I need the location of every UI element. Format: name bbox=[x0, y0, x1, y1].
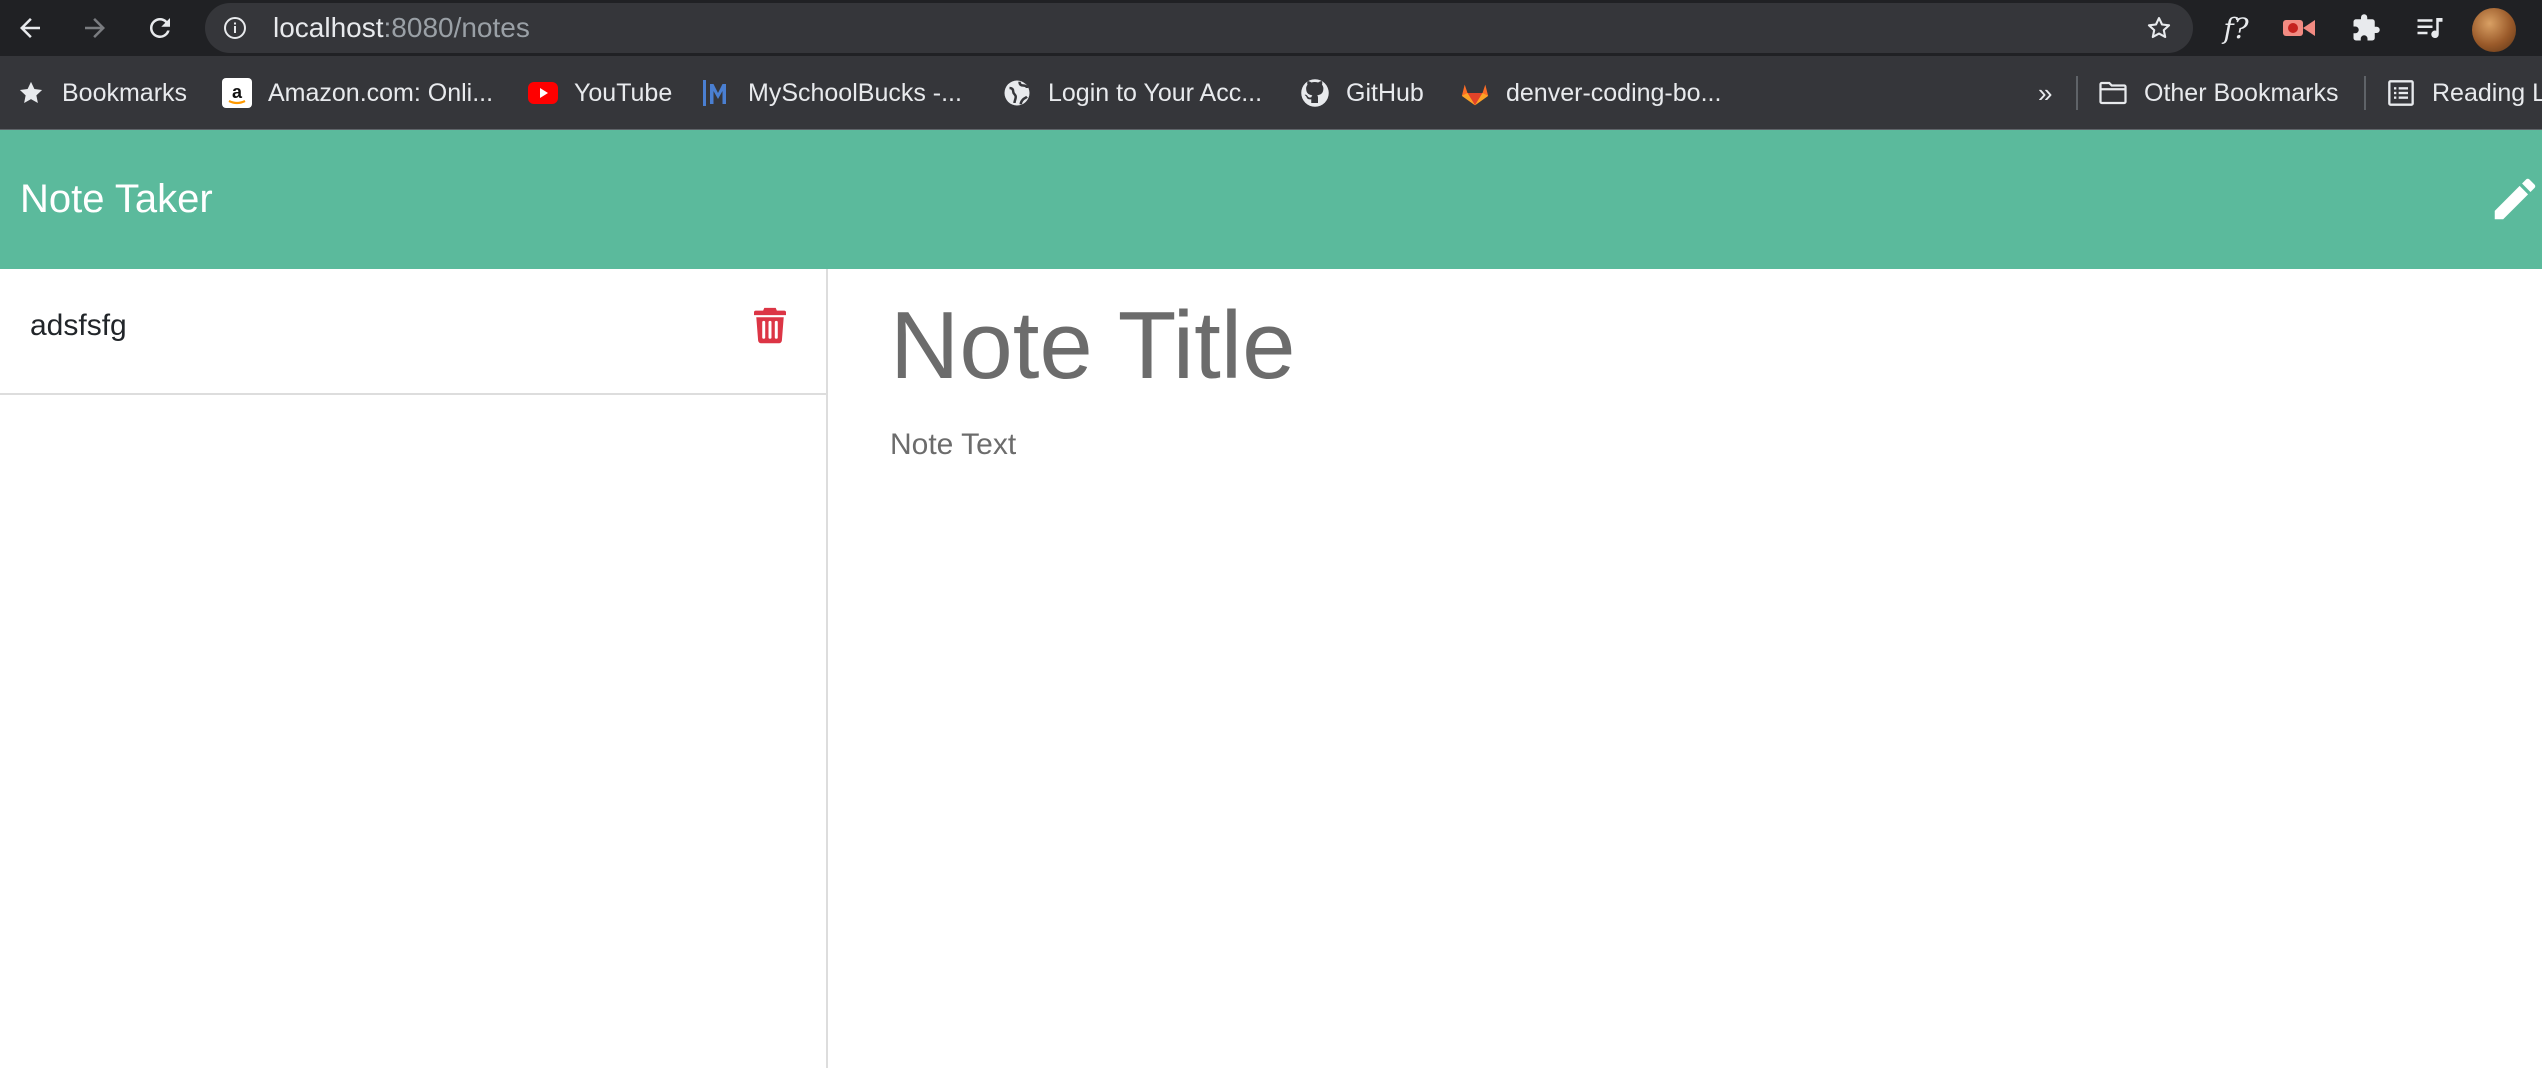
bookmark-label: GitHub bbox=[1346, 78, 1424, 107]
avatar[interactable] bbox=[2472, 8, 2516, 52]
extensions-button[interactable] bbox=[2348, 10, 2384, 46]
note-title-input[interactable] bbox=[890, 282, 2490, 410]
browser-toolbar: localhost:8080/notes f? bbox=[0, 0, 2542, 56]
github-icon bbox=[1300, 78, 1330, 108]
bookmark-bookmarks[interactable]: Bookmarks bbox=[16, 56, 187, 130]
video-extension-icon bbox=[2283, 20, 2315, 36]
star-icon[interactable] bbox=[2145, 14, 2173, 42]
back-arrow-icon bbox=[20, 18, 40, 38]
note-list: adsfsfg bbox=[0, 269, 828, 1068]
bookmarks-separator bbox=[2364, 76, 2366, 110]
bookmark-github[interactable]: GitHub bbox=[1300, 56, 1424, 130]
bookmark-label: Login to Your Acc... bbox=[1048, 78, 1263, 107]
video-extension-button[interactable] bbox=[2280, 10, 2320, 46]
bookmark-label: Bookmarks bbox=[62, 78, 188, 107]
list-item[interactable]: adsfsfg bbox=[0, 269, 826, 395]
bookmark-label: MySchoolBucks -... bbox=[748, 78, 962, 107]
reading-list-icon bbox=[2386, 78, 2416, 108]
back-button[interactable] bbox=[10, 8, 50, 48]
star-icon bbox=[16, 78, 46, 108]
folder-icon bbox=[2098, 78, 2128, 108]
bookmark-label: denver-coding-bo... bbox=[1506, 78, 1722, 107]
reading-list-button[interactable]: Reading L bbox=[2386, 56, 2542, 130]
bookmark-amazon[interactable]: a Amazon.com: Onli... bbox=[222, 56, 493, 130]
globe-icon bbox=[1002, 78, 1032, 108]
address-bar[interactable]: localhost:8080/notes bbox=[205, 3, 2193, 53]
info-icon[interactable] bbox=[223, 16, 247, 40]
gitlab-icon bbox=[1460, 78, 1490, 108]
note-text-input[interactable] bbox=[890, 428, 2490, 1028]
bookmarks-overflow-button[interactable]: » bbox=[2038, 56, 2052, 130]
bookmarks-bar: Bookmarks a Amazon.com: Onli... YouTube bbox=[0, 56, 2542, 130]
reload-button[interactable] bbox=[140, 8, 180, 48]
bookmark-myschoolbucks[interactable]: MySchoolBucks -... bbox=[702, 56, 962, 130]
fx-extension-label: f? bbox=[2223, 11, 2249, 45]
pencil-icon[interactable] bbox=[2488, 172, 2542, 226]
bookmark-label: Other Bookmarks bbox=[2144, 78, 2339, 107]
trash-icon[interactable] bbox=[754, 306, 786, 344]
bookmark-gitlab[interactable]: denver-coding-bo... bbox=[1460, 56, 1721, 130]
url-host: localhost bbox=[273, 12, 384, 43]
media-queue-button[interactable] bbox=[2410, 10, 2450, 46]
url-text[interactable]: localhost:8080/notes bbox=[273, 3, 530, 53]
bookmark-label: Amazon.com: Onli... bbox=[268, 78, 494, 107]
amazon-icon: a bbox=[222, 78, 252, 108]
url-path: :8080/notes bbox=[383, 12, 530, 43]
puzzle-extensions-icon bbox=[2353, 14, 2380, 41]
bookmark-other-bookmarks[interactable]: Other Bookmarks bbox=[2098, 56, 2339, 130]
forward-button[interactable] bbox=[75, 8, 115, 48]
forward-arrow-icon bbox=[85, 18, 105, 38]
app-header: Note Taker bbox=[0, 130, 2542, 269]
media-queue-icon bbox=[2417, 18, 2443, 39]
overflow-chevron: » bbox=[2038, 77, 2053, 108]
reload-icon bbox=[149, 17, 170, 38]
bookmarks-separator bbox=[2076, 76, 2078, 110]
youtube-icon bbox=[528, 78, 558, 108]
note-item-title: adsfsfg bbox=[30, 309, 127, 342]
fx-extension-button[interactable]: f? bbox=[2218, 10, 2254, 46]
bookmark-login[interactable]: Login to Your Acc... bbox=[1002, 56, 1262, 130]
bookmark-youtube[interactable]: YouTube bbox=[528, 56, 672, 130]
app-title[interactable]: Note Taker bbox=[20, 130, 213, 269]
myschoolbucks-icon bbox=[702, 78, 732, 108]
bookmark-label: Reading L bbox=[2432, 78, 2542, 107]
svg-text:a: a bbox=[232, 82, 243, 102]
bookmark-label: YouTube bbox=[574, 78, 673, 107]
